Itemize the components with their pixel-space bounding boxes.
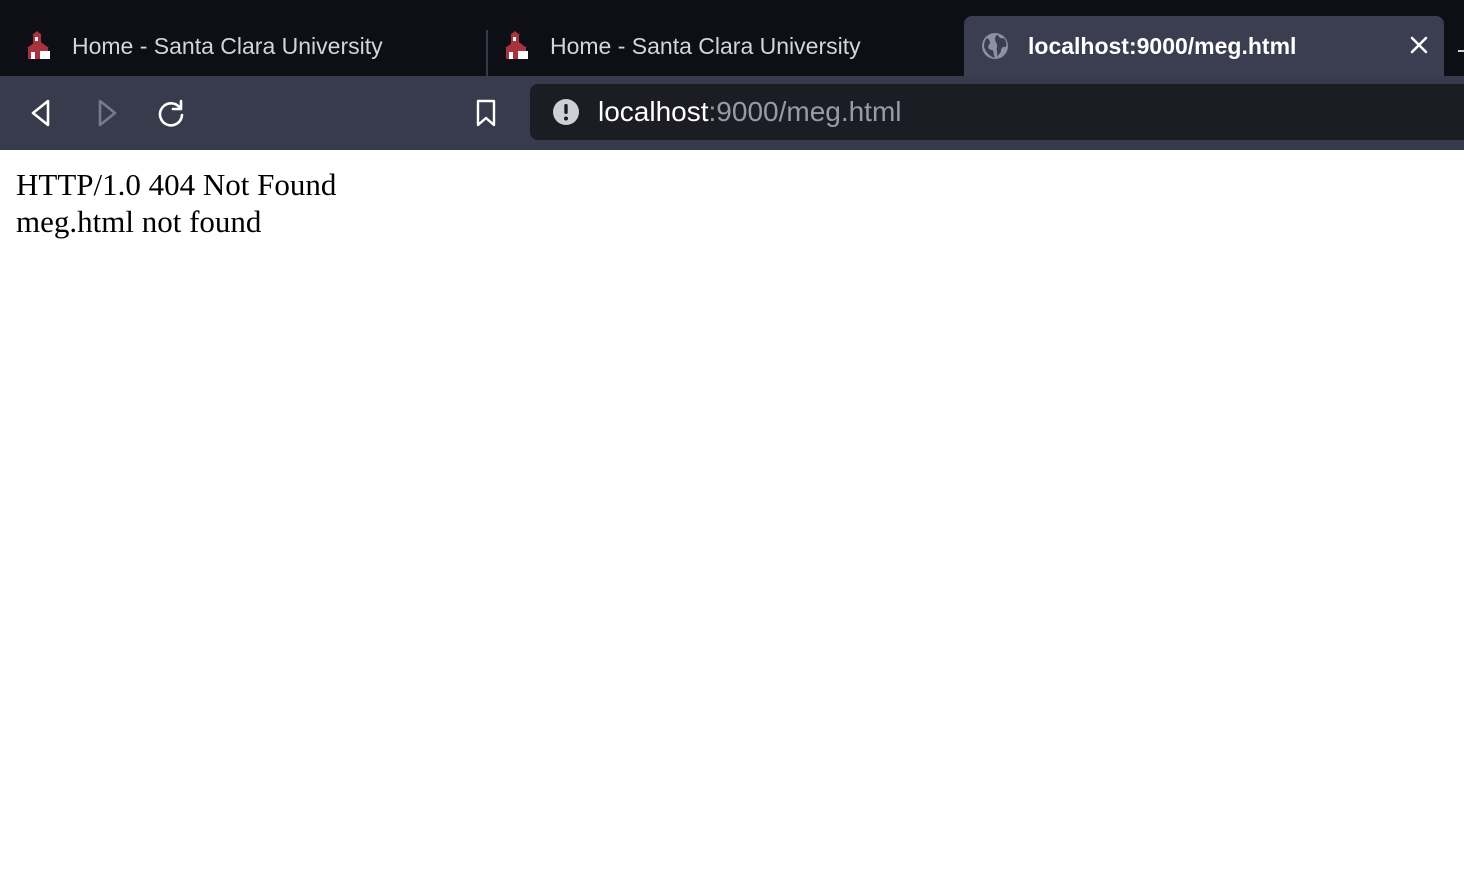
tab-title: Home - Santa Clara University [72, 32, 383, 59]
tab-title: localhost:9000/meg.html [1028, 32, 1297, 59]
tab-santa-clara-1[interactable]: Home - Santa Clara University [24, 16, 484, 76]
reload-icon [158, 99, 184, 127]
url-host: localhost [598, 96, 709, 127]
globe-icon [980, 31, 1010, 61]
tab-title: Home - Santa Clara University [550, 32, 861, 59]
address-bar[interactable]: localhost:9000/meg.html [530, 84, 1464, 140]
url-path: :9000/meg.html [708, 96, 902, 127]
back-arrow-icon [31, 99, 50, 127]
site-info-icon[interactable] [552, 98, 580, 126]
back-button[interactable] [22, 94, 62, 132]
scu-mission-icon [24, 31, 54, 61]
bookmark-button[interactable] [466, 94, 506, 132]
http-status-line: HTTP/1.0 404 Not Found [16, 167, 337, 202]
not-found-message: meg.html not found [16, 204, 262, 239]
bookmark-icon [476, 99, 496, 127]
url-text[interactable]: localhost:9000/meg.html [598, 96, 902, 128]
reload-button[interactable] [151, 94, 191, 132]
close-tab-icon[interactable] [1406, 32, 1432, 58]
forward-arrow-icon [98, 99, 117, 127]
forward-button[interactable] [86, 94, 126, 132]
browser-window: Home - Santa Clara University Home - San… [0, 0, 1464, 872]
navigation-toolbar: localhost:9000/meg.html [0, 76, 1464, 150]
tab-separator [486, 30, 488, 76]
tab-santa-clara-2[interactable]: Home - Santa Clara University [502, 16, 962, 76]
tab-strip: Home - Santa Clara University Home - San… [0, 0, 1464, 76]
page-viewport: HTTP/1.0 404 Not Found meg.html not foun… [0, 150, 1464, 872]
scu-mission-icon [502, 31, 532, 61]
new-tab-icon[interactable] [1456, 42, 1464, 52]
tab-localhost-active[interactable]: localhost:9000/meg.html [964, 16, 1444, 76]
